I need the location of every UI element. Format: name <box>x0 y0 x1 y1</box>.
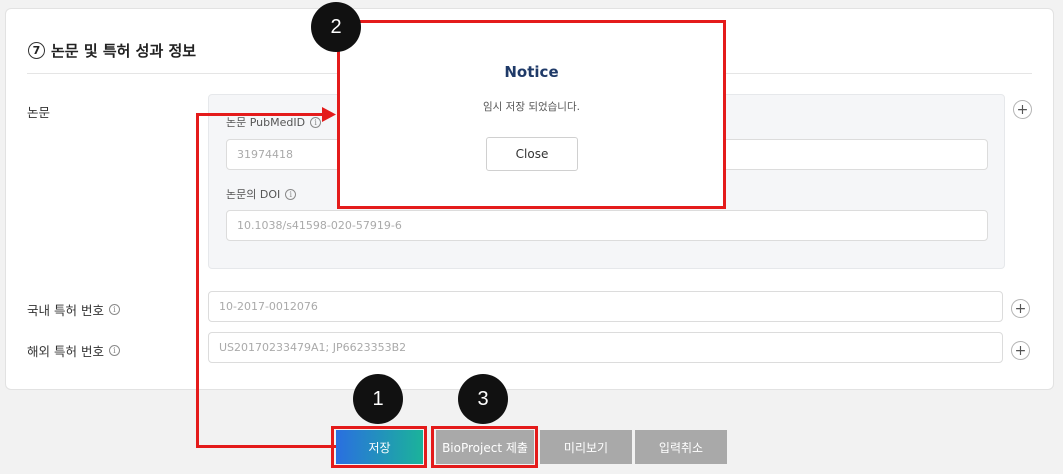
modal-title: Notice <box>504 63 559 81</box>
close-button[interactable]: Close <box>486 137 578 171</box>
foreign-patent-label-text: 해외 특허 번호 <box>27 344 104 359</box>
preview-button[interactable]: 미리보기 <box>540 430 632 464</box>
cancel-input-button[interactable]: 입력취소 <box>635 430 727 464</box>
annotation-arrow-bottom <box>196 445 336 448</box>
annotation-arrow-top <box>196 113 324 116</box>
info-icon[interactable]: i <box>310 116 322 128</box>
section-title-text: 논문 및 특허 성과 정보 <box>51 41 197 60</box>
step-badge-2: 2 <box>311 2 361 52</box>
modal-message: 임시 저장 되었습니다. <box>483 101 580 113</box>
notice-modal: Notice 임시 저장 되었습니다. Close <box>337 20 726 209</box>
foreign-patent-label: 해외 특허 번호 i <box>27 341 120 360</box>
domestic-patent-label: 국내 특허 번호 i <box>27 300 120 319</box>
paper-label: 논문 <box>27 105 51 120</box>
foreign-patent-input[interactable]: US20170233479A1; JP6623353B2 <box>208 332 1003 363</box>
info-icon[interactable]: i <box>285 188 297 200</box>
info-icon[interactable]: i <box>108 345 120 356</box>
arrow-head-icon <box>322 107 336 122</box>
add-foreign-patent-button[interactable]: + <box>1011 341 1030 360</box>
bioproject-submit-button[interactable]: BioProject 제출 <box>436 430 534 464</box>
save-button[interactable]: 저장 <box>336 430 423 464</box>
add-paper-button[interactable]: + <box>1013 100 1032 119</box>
section-title: 7 논문 및 특허 성과 정보 <box>28 40 196 60</box>
info-icon[interactable]: i <box>108 304 120 315</box>
doi-input[interactable]: 10.1038/s41598-020-57919-6 <box>226 210 988 241</box>
domestic-patent-input[interactable]: 10-2017-0012076 <box>208 291 1003 322</box>
pubmed-label-text: 논문 PubMedID <box>226 116 306 129</box>
domestic-patent-label-text: 국내 특허 번호 <box>27 303 104 318</box>
section-number-badge: 7 <box>28 41 45 59</box>
annotation-arrow-vertical <box>196 113 199 448</box>
step-badge-1: 1 <box>353 374 403 424</box>
doi-label: 논문의 DOI i <box>226 186 297 202</box>
step-badge-3: 3 <box>458 374 508 424</box>
doi-label-text: 논문의 DOI <box>226 188 281 201</box>
pubmed-label: 논문 PubMedID i <box>226 114 322 130</box>
add-domestic-patent-button[interactable]: + <box>1011 299 1030 318</box>
